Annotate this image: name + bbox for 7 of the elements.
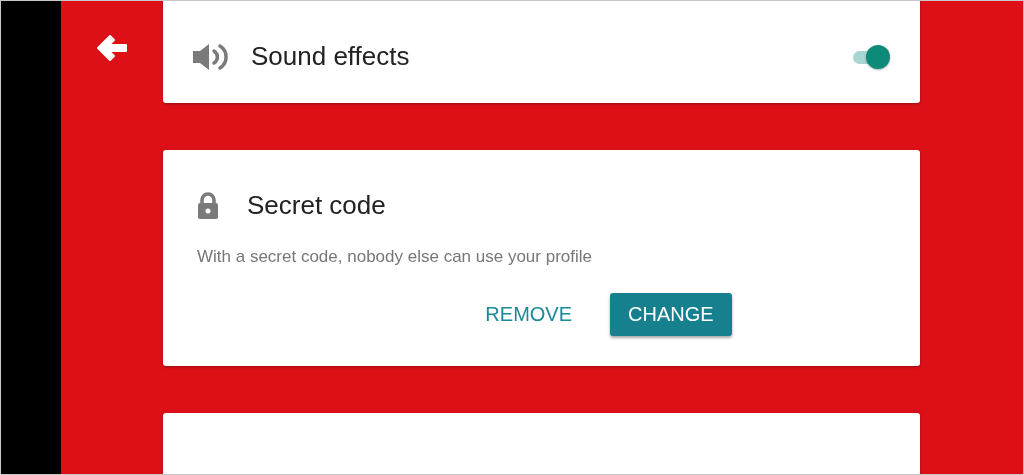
setting-description: With a secret code, nobody else can use your profile [197, 247, 593, 267]
lock-icon [197, 191, 219, 220]
setting-title: Secret code [247, 190, 386, 221]
back-button[interactable] [95, 33, 129, 63]
change-button[interactable]: CHANGE [610, 293, 732, 336]
setting-title: Sound effects [251, 41, 410, 72]
remove-button[interactable]: REMOVE [467, 293, 591, 336]
